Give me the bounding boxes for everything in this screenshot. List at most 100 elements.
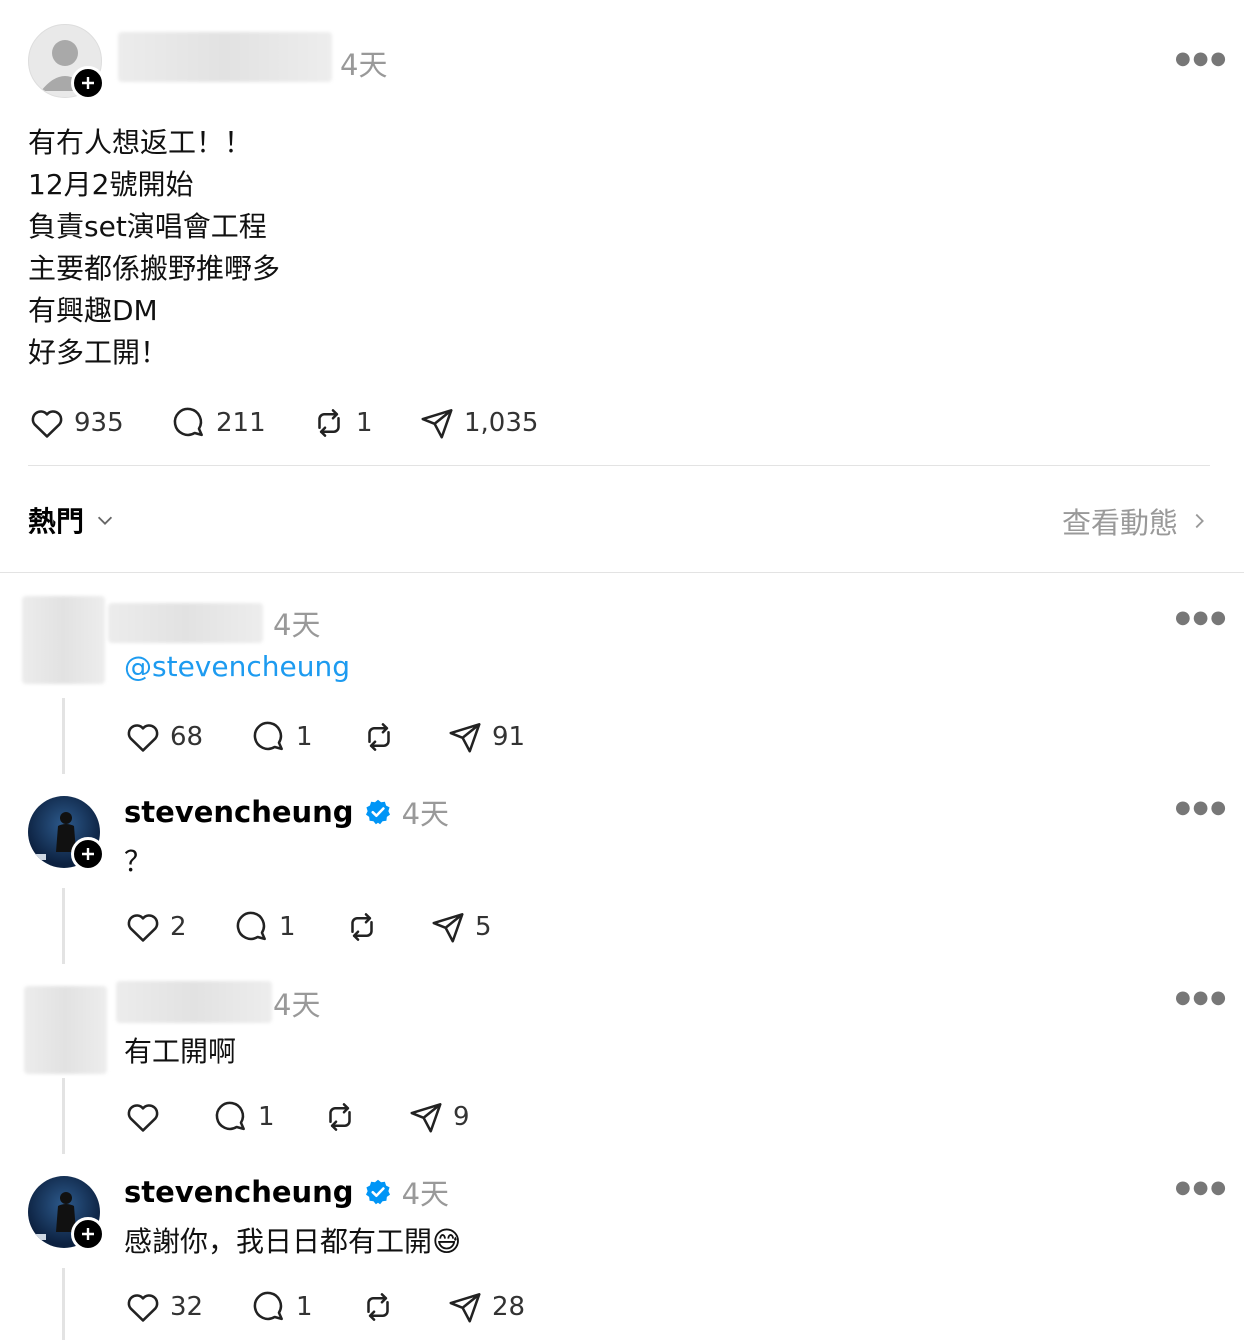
- reply-share-count: 5: [475, 912, 492, 942]
- post-like-button[interactable]: 935: [28, 404, 124, 442]
- post-more-icon[interactable]: ●●●: [1175, 48, 1228, 69]
- reply-mention-link[interactable]: @stevencheung: [124, 650, 350, 683]
- post-share-button[interactable]: 1,035: [418, 404, 538, 442]
- send-icon: [429, 908, 467, 946]
- repost-icon: [360, 718, 398, 756]
- reply-more-icon[interactable]: ●●●: [1175, 607, 1228, 628]
- reply-more-icon[interactable]: ●●●: [1175, 1177, 1228, 1198]
- thread-line: [62, 1078, 65, 1154]
- post-share-count: 1,035: [464, 408, 539, 438]
- reply-like-count: 68: [170, 722, 204, 752]
- reply-share-count: 91: [492, 722, 526, 752]
- plus-icon: [82, 1228, 94, 1240]
- reply-share-button[interactable]: 5: [429, 908, 492, 946]
- reply-share-button[interactable]: 91: [446, 718, 525, 756]
- reply-text: ？: [124, 845, 153, 878]
- post-like-count: 935: [74, 408, 124, 438]
- reply-comment-count: 1: [279, 912, 296, 942]
- thread-line: [62, 698, 65, 774]
- reply-repost-button[interactable]: [359, 1288, 405, 1326]
- thread-line: [62, 888, 65, 964]
- chevron-down-icon: [94, 509, 116, 531]
- reply-username[interactable]: stevencheung: [124, 795, 354, 829]
- reply-username[interactable]: stevencheung: [124, 1175, 354, 1209]
- reply-like-button[interactable]: [124, 1098, 170, 1136]
- repost-icon: [310, 404, 348, 442]
- repost-icon: [359, 1288, 397, 1326]
- section-divider: [0, 572, 1244, 573]
- follow-plus-button[interactable]: [71, 1217, 105, 1251]
- reply-comment-button[interactable]: 1: [212, 1098, 275, 1136]
- author-name-redacted: [118, 32, 332, 82]
- follow-plus-button[interactable]: [71, 837, 105, 871]
- post-repost-count: 1: [356, 408, 373, 438]
- reply-share-count: 28: [492, 1292, 526, 1322]
- sort-dropdown[interactable]: 熱門: [28, 500, 116, 540]
- reply-comment-count: 1: [296, 1292, 313, 1322]
- reply-name-redacted: [108, 603, 263, 643]
- plus-icon: [82, 848, 94, 860]
- reply-comment-count: 1: [258, 1102, 275, 1132]
- comment-icon: [250, 1288, 288, 1326]
- send-icon: [418, 404, 456, 442]
- reply-name-redacted: [116, 981, 272, 1023]
- thread-line: [62, 1268, 65, 1340]
- reply-share-count: 9: [453, 1102, 470, 1132]
- post-comment-count: 211: [216, 408, 266, 438]
- chevron-right-icon: [1188, 510, 1210, 532]
- reply-like-button[interactable]: 68: [124, 718, 203, 756]
- post-time: 4天: [340, 48, 388, 82]
- repost-icon: [343, 908, 381, 946]
- reply-avatar-redacted[interactable]: [22, 596, 105, 684]
- post-repost-button[interactable]: 1: [310, 404, 373, 442]
- post-line: 有冇人想返工！！: [28, 126, 253, 159]
- reply-comment-count: 1: [296, 722, 313, 752]
- comment-icon: [170, 404, 208, 442]
- reply-avatar-redacted[interactable]: [24, 986, 107, 1074]
- follow-plus-button[interactable]: [71, 66, 105, 100]
- send-icon: [446, 718, 484, 756]
- post-line: 好多工開！: [28, 336, 169, 369]
- reply-like-button[interactable]: 32: [124, 1288, 203, 1326]
- plus-icon: [82, 77, 94, 89]
- comment-icon: [233, 908, 271, 946]
- reply-more-icon[interactable]: ●●●: [1175, 797, 1228, 818]
- post-comment-button[interactable]: 211: [170, 404, 266, 442]
- reply-header: stevencheung 4天: [124, 1171, 449, 1213]
- reply-comment-button[interactable]: 1: [250, 718, 313, 756]
- heart-icon: [28, 404, 66, 442]
- reply-repost-button[interactable]: [343, 908, 389, 946]
- reply-text: 有工開啊: [124, 1035, 237, 1068]
- reply-share-button[interactable]: 28: [446, 1288, 525, 1326]
- reply-time: 4天: [273, 988, 321, 1022]
- comment-icon: [250, 718, 288, 756]
- reply-share-button[interactable]: 9: [407, 1098, 470, 1136]
- post-line: 負責set演唱會工程: [28, 210, 267, 243]
- heart-icon: [124, 718, 162, 756]
- heart-icon: [124, 1288, 162, 1326]
- view-activity-link[interactable]: 查看動態: [1062, 500, 1210, 542]
- reply-like-button[interactable]: 2: [124, 908, 187, 946]
- reply-time: 4天: [273, 608, 321, 642]
- verified-badge-icon: [364, 798, 392, 826]
- verified-badge-icon: [364, 1178, 392, 1206]
- reply-text: 感謝你，我日日都有工開😅: [124, 1225, 462, 1258]
- heart-icon: [124, 1098, 162, 1136]
- repost-icon: [321, 1098, 359, 1136]
- reply-header: stevencheung 4天: [124, 791, 449, 833]
- reply-repost-button[interactable]: [321, 1098, 367, 1136]
- reply-time: 4天: [401, 1177, 450, 1211]
- divider: [28, 465, 1210, 466]
- post-body: 有冇人想返工！！ 12月2號開始 負責set演唱會工程 主要都係搬野推嘢多 有興…: [28, 122, 280, 374]
- view-activity-label: 查看動態: [1061, 506, 1178, 540]
- send-icon: [407, 1098, 445, 1136]
- sort-label: 熱門: [28, 505, 85, 538]
- post-line: 12月2號開始: [28, 168, 194, 201]
- comment-icon: [212, 1098, 250, 1136]
- reply-time: 4天: [401, 797, 450, 831]
- reply-comment-button[interactable]: 1: [233, 908, 296, 946]
- reply-more-icon[interactable]: ●●●: [1175, 987, 1228, 1008]
- reply-like-count: 32: [170, 1292, 204, 1322]
- reply-repost-button[interactable]: [360, 718, 406, 756]
- reply-comment-button[interactable]: 1: [250, 1288, 313, 1326]
